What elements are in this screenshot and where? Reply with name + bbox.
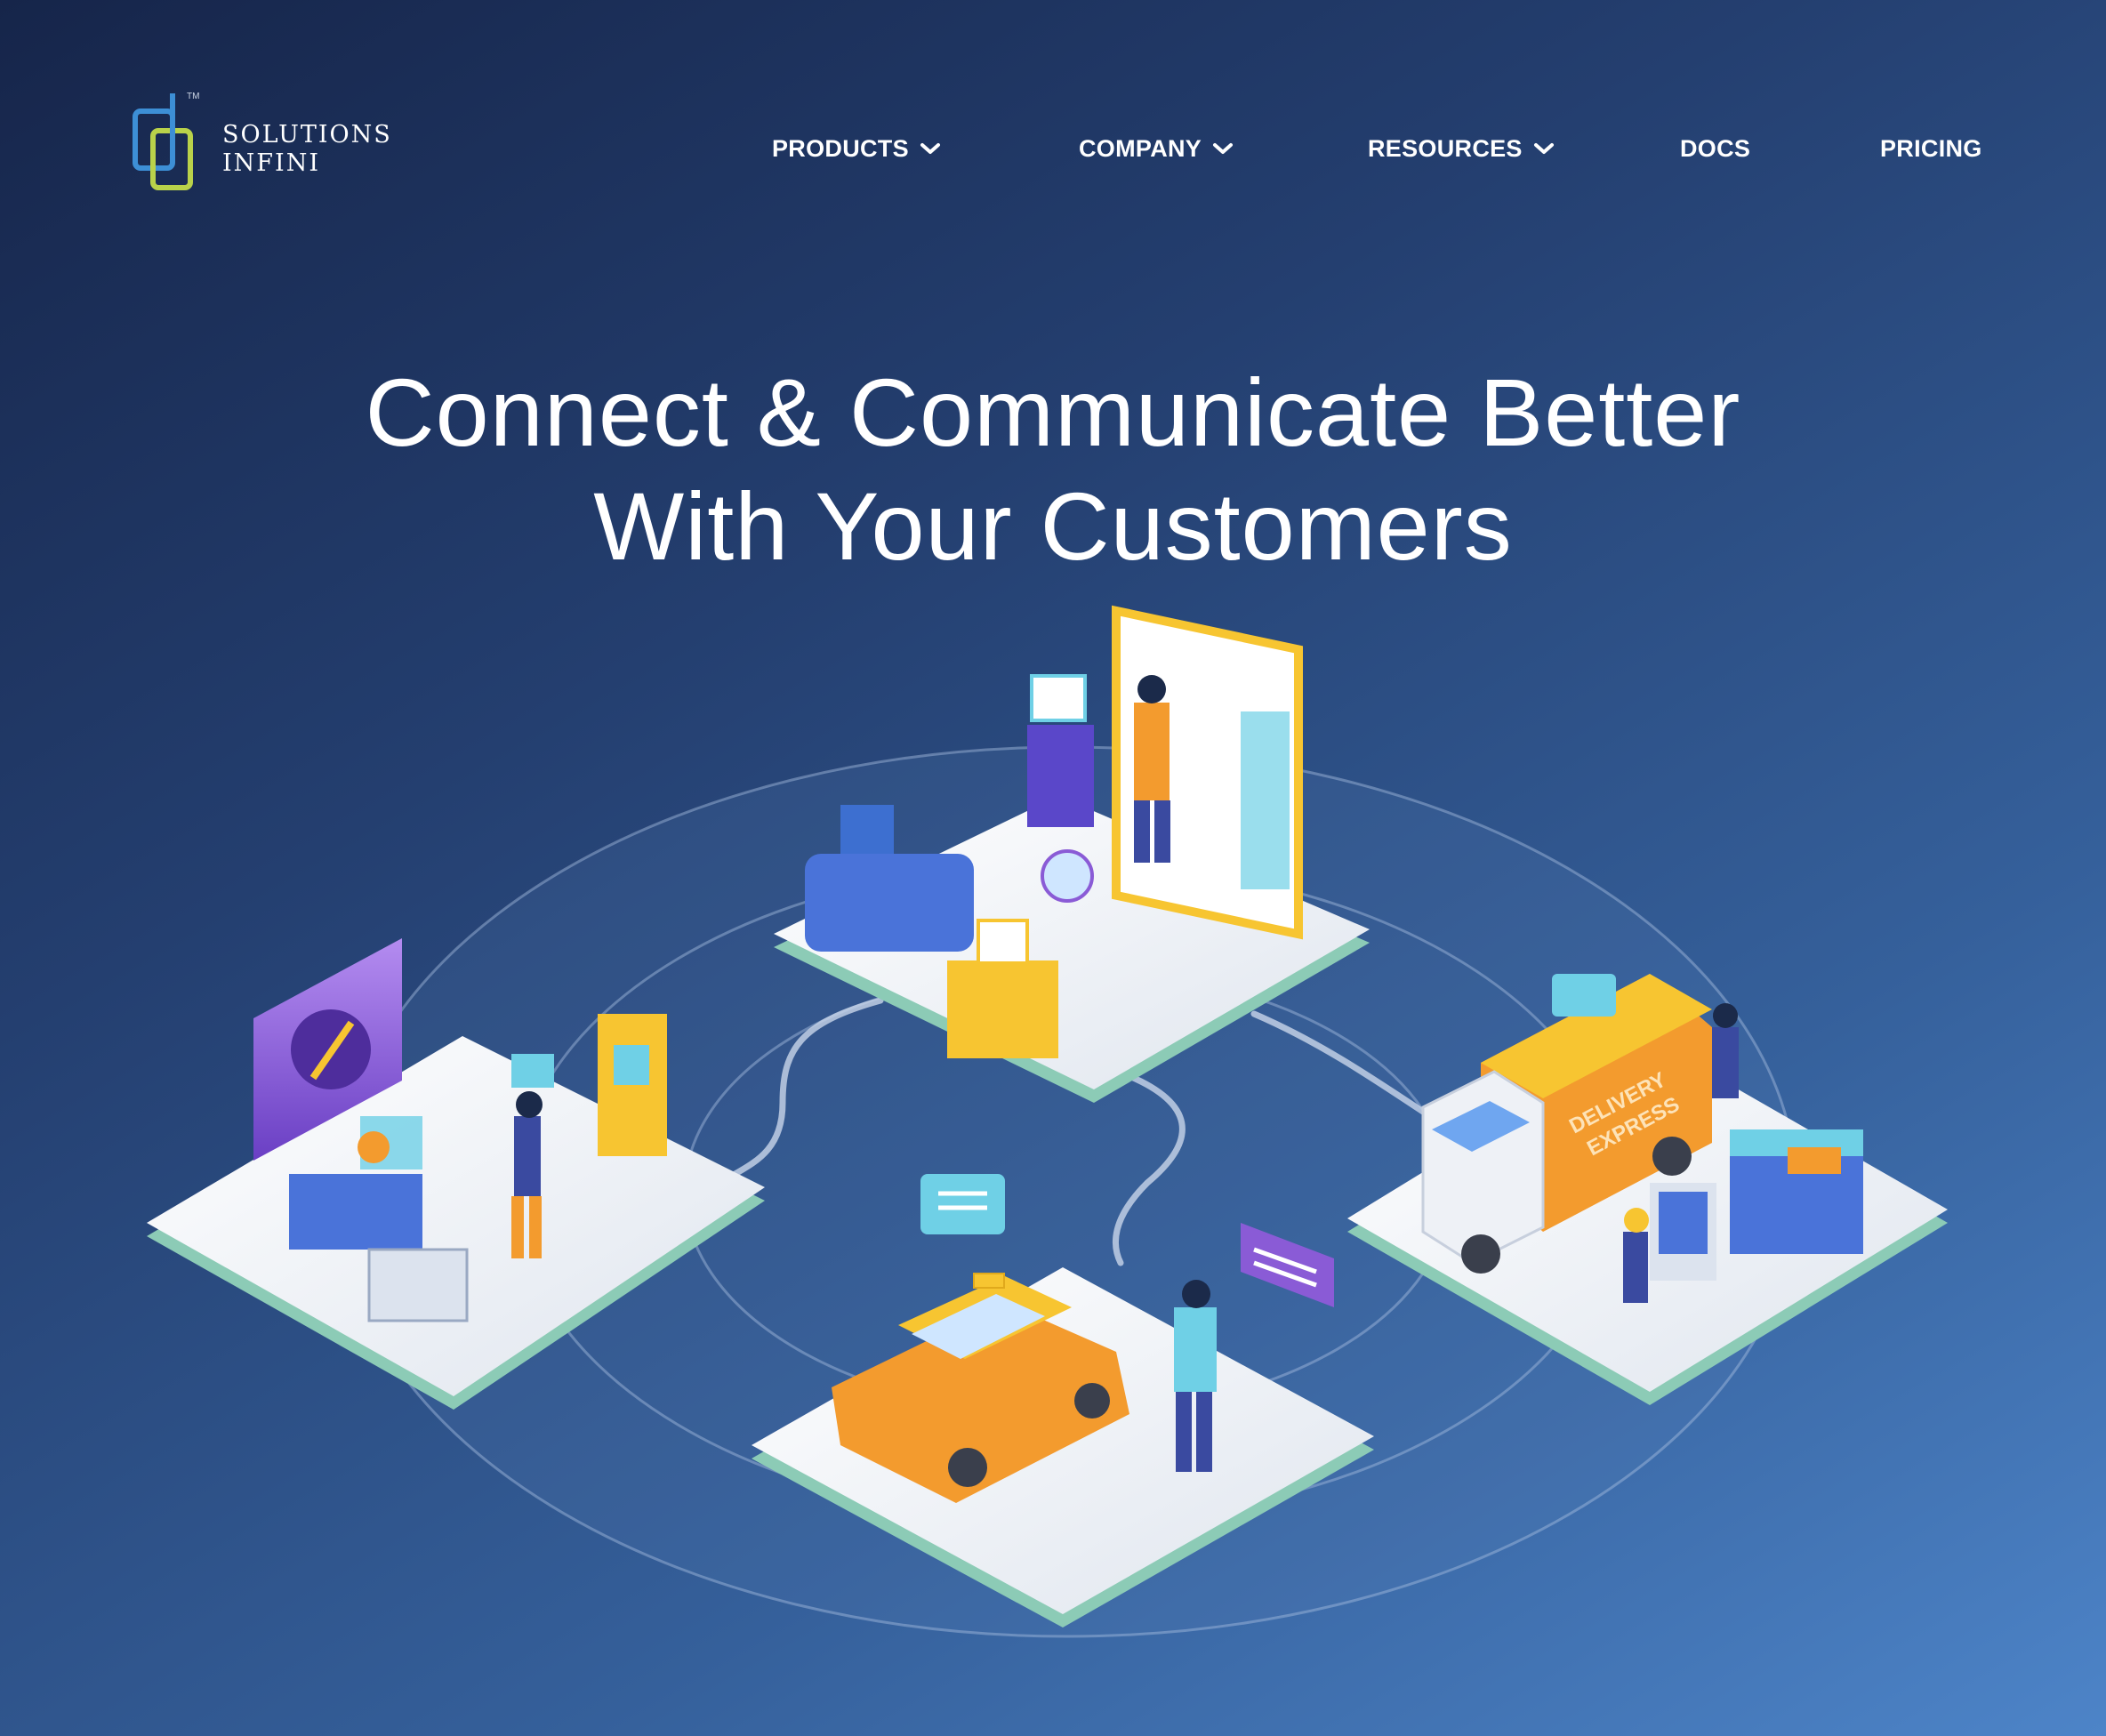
nav-company[interactable]: COMPANY bbox=[1079, 126, 1234, 171]
logo-trademark: TM bbox=[187, 92, 200, 101]
chevron-down-icon bbox=[1213, 143, 1234, 154]
nav-pricing[interactable]: PRICING bbox=[1880, 126, 1982, 171]
main-nav: PRODUCTS COMPANY RESOURCES DOCS PRICING bbox=[0, 126, 2106, 171]
nav-company-label: COMPANY bbox=[1079, 134, 1202, 162]
nav-pricing-label: PRICING bbox=[1880, 134, 1982, 162]
nav-resources[interactable]: RESOURCES bbox=[1368, 126, 1555, 171]
nav-docs-label: DOCS bbox=[1680, 134, 1751, 162]
hero-title: Connect & Communicate Better With Your C… bbox=[0, 356, 2106, 583]
chevron-down-icon bbox=[1533, 143, 1554, 154]
nav-resources-label: RESOURCES bbox=[1368, 134, 1523, 162]
hero-title-line-1: Connect & Communicate Better bbox=[365, 358, 1741, 466]
nav-docs[interactable]: DOCS bbox=[1680, 126, 1750, 171]
nav-products[interactable]: PRODUCTS bbox=[772, 126, 941, 171]
nav-products-label: PRODUCTS bbox=[772, 134, 909, 162]
hero-illustration: DELIVERY EXPRESS bbox=[147, 605, 1948, 1638]
hero-title-line-2: With Your Customers bbox=[593, 472, 1513, 580]
chevron-down-icon bbox=[920, 143, 940, 154]
